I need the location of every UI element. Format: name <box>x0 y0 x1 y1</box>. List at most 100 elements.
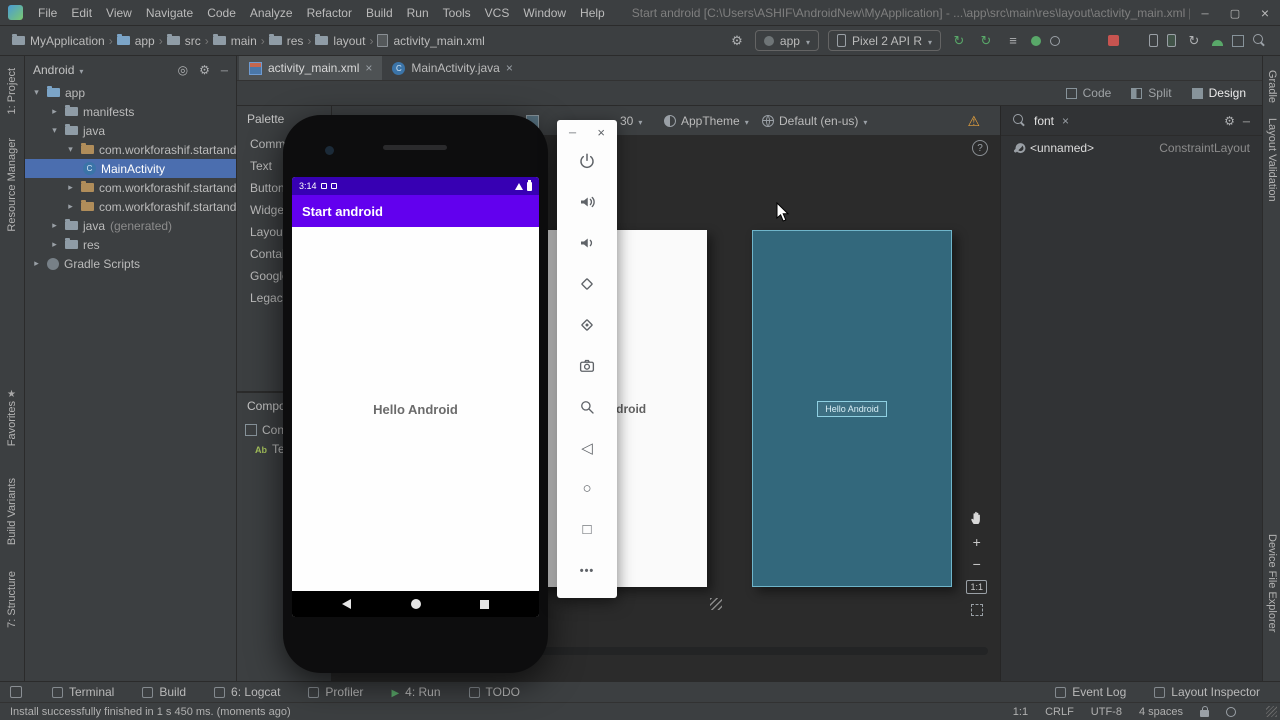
nav-recents-icon[interactable] <box>480 599 489 609</box>
toolwindow-event-log[interactable]: Event Log <box>1055 685 1126 699</box>
gear-icon[interactable] <box>1224 114 1235 128</box>
toolstrip-layout-validation[interactable]: Layout Validation <box>1266 118 1278 202</box>
menu-code[interactable]: Code <box>200 6 243 20</box>
expand-arrow-icon[interactable] <box>65 144 76 155</box>
blueprint-preview[interactable]: Hello Android <box>752 230 952 587</box>
wrench-icon[interactable] <box>728 33 746 49</box>
tree-item-package-test[interactable]: com.workforashif.startandroid(test) <box>25 197 236 216</box>
device-select[interactable]: Pixel 2 API R <box>827 30 941 51</box>
expand-arrow-icon[interactable] <box>31 87 42 98</box>
project-view-select[interactable]: Android <box>33 63 74 77</box>
toolwindow-build[interactable]: Build <box>142 685 186 699</box>
toolstrip-structure[interactable]: 7: Structure <box>6 571 18 628</box>
run-configuration-select[interactable]: app <box>754 30 819 51</box>
indent-setting[interactable]: 4 spaces <box>1139 706 1183 718</box>
breadcrumb-layout[interactable]: layout <box>315 34 365 48</box>
breadcrumb-src[interactable]: src <box>166 34 201 48</box>
expand-arrow-icon[interactable] <box>49 220 60 231</box>
lock-icon[interactable] <box>1200 705 1209 717</box>
theme-select[interactable]: AppTheme <box>664 106 749 136</box>
menu-refactor[interactable]: Refactor <box>300 6 359 20</box>
zoom-in-icon[interactable]: + <box>973 535 981 549</box>
mode-design[interactable]: Design <box>1191 86 1246 100</box>
locale-select[interactable]: Default (en-us) <box>762 106 867 136</box>
tree-item-package-androidtest[interactable]: com.workforashif.startandroid(androidTes… <box>25 178 236 197</box>
rotate-right-icon[interactable] <box>557 304 617 345</box>
back-icon[interactable]: ◁ <box>557 427 617 468</box>
api-level-select[interactable]: 30 <box>620 106 642 136</box>
file-encoding[interactable]: UTF-8 <box>1091 706 1122 718</box>
toolwindow-run[interactable]: 4: Run <box>391 685 440 699</box>
breadcrumb-app[interactable]: app <box>116 34 155 48</box>
tree-item-mainactivity[interactable]: MainActivity <box>25 159 236 178</box>
breadcrumb-myapplication[interactable]: MyApplication <box>12 34 105 48</box>
pan-hand-icon[interactable] <box>969 510 985 526</box>
toolwindow-todo[interactable]: TODO <box>468 685 520 699</box>
device-file-explorer-icon[interactable] <box>1149 34 1158 47</box>
maximize-icon[interactable] <box>1220 6 1250 20</box>
toolstrip-build-variants[interactable]: Build Variants <box>6 478 18 545</box>
menu-edit[interactable]: Edit <box>64 6 99 20</box>
hide-panel-icon[interactable] <box>221 63 228 77</box>
zoom-to-fit-icon[interactable] <box>970 604 983 616</box>
blueprint-textview[interactable]: Hello Android <box>817 400 887 417</box>
home-icon[interactable]: ○ <box>557 468 617 509</box>
nav-home-icon[interactable] <box>410 599 421 609</box>
menu-help[interactable]: Help <box>573 6 612 20</box>
toolwindow-terminal[interactable]: Terminal <box>52 685 114 699</box>
run-configurations-list-icon[interactable] <box>1004 33 1022 48</box>
toolstrip-resource-manager[interactable]: Resource Manager <box>6 138 18 232</box>
toolstrip-device-file-explorer[interactable]: Device File Explorer <box>1266 534 1278 632</box>
expand-arrow-icon[interactable] <box>49 239 60 250</box>
emulator-minimize-icon[interactable] <box>569 125 576 140</box>
help-icon[interactable]: ? <box>972 140 988 156</box>
overview-icon[interactable]: □ <box>557 509 617 550</box>
select-opened-file-icon[interactable] <box>178 63 188 77</box>
tab-activity-main-xml[interactable]: activity_main.xml <box>239 56 383 80</box>
toolstrip-favorites[interactable]: Favorites <box>6 401 18 446</box>
toolstrip-gradle[interactable]: Gradle <box>1266 70 1278 103</box>
breadcrumb-main[interactable]: main <box>212 34 257 48</box>
apply-changes-icon[interactable] <box>950 33 968 49</box>
zoom-icon[interactable] <box>557 386 617 427</box>
expand-arrow-icon[interactable] <box>65 201 76 212</box>
menu-analyze[interactable]: Analyze <box>243 6 300 20</box>
zoom-level-button[interactable]: 1:1 <box>966 580 987 594</box>
tree-item-manifests[interactable]: manifests <box>25 102 236 121</box>
close-tab-icon[interactable] <box>365 61 372 75</box>
tree-item-package[interactable]: com.workforashif.startandroid <box>25 140 236 159</box>
tree-item-app[interactable]: app <box>25 83 236 102</box>
menu-file[interactable]: File <box>31 6 64 20</box>
menu-tools[interactable]: Tools <box>436 6 478 20</box>
toolwindow-logcat[interactable]: 6: Logcat <box>214 685 280 699</box>
tree-item-java-generated[interactable]: java(generated) <box>25 216 236 235</box>
power-icon[interactable] <box>557 140 617 181</box>
nav-back-icon[interactable] <box>342 599 351 609</box>
sdk-manager-icon[interactable] <box>1212 39 1223 46</box>
mode-split[interactable]: Split <box>1131 86 1172 100</box>
mode-code[interactable]: Code <box>1065 86 1111 100</box>
menu-navigate[interactable]: Navigate <box>139 6 200 20</box>
toolwindow-profiler[interactable]: Profiler <box>308 685 363 699</box>
tree-item-gradle-scripts[interactable]: Gradle Scripts <box>25 254 236 273</box>
breadcrumb-res[interactable]: res <box>268 34 303 48</box>
debugger-icon[interactable] <box>1031 35 1041 46</box>
tree-item-res[interactable]: res <box>25 235 236 254</box>
menu-run[interactable]: Run <box>400 6 436 20</box>
profiler-icon[interactable] <box>1050 35 1060 46</box>
toolwindow-layout-inspector[interactable]: Layout Inspector <box>1154 685 1260 699</box>
close-icon[interactable] <box>1250 5 1280 21</box>
expand-arrow-icon[interactable] <box>65 182 76 193</box>
more-icon[interactable]: ••• <box>557 550 617 591</box>
layout-inspector-icon[interactable] <box>1232 34 1244 47</box>
expand-arrow-icon[interactable] <box>31 258 42 269</box>
resize-handle[interactable] <box>710 598 722 610</box>
apply-code-changes-icon[interactable] <box>977 33 995 49</box>
gear-icon[interactable] <box>199 63 210 77</box>
screenshot-icon[interactable] <box>557 345 617 386</box>
warning-icon[interactable] <box>967 106 980 136</box>
zoom-out-icon[interactable]: − <box>973 557 981 571</box>
volume-down-icon[interactable] <box>557 222 617 263</box>
volume-up-icon[interactable] <box>557 181 617 222</box>
hide-panel-icon[interactable] <box>1243 114 1250 128</box>
